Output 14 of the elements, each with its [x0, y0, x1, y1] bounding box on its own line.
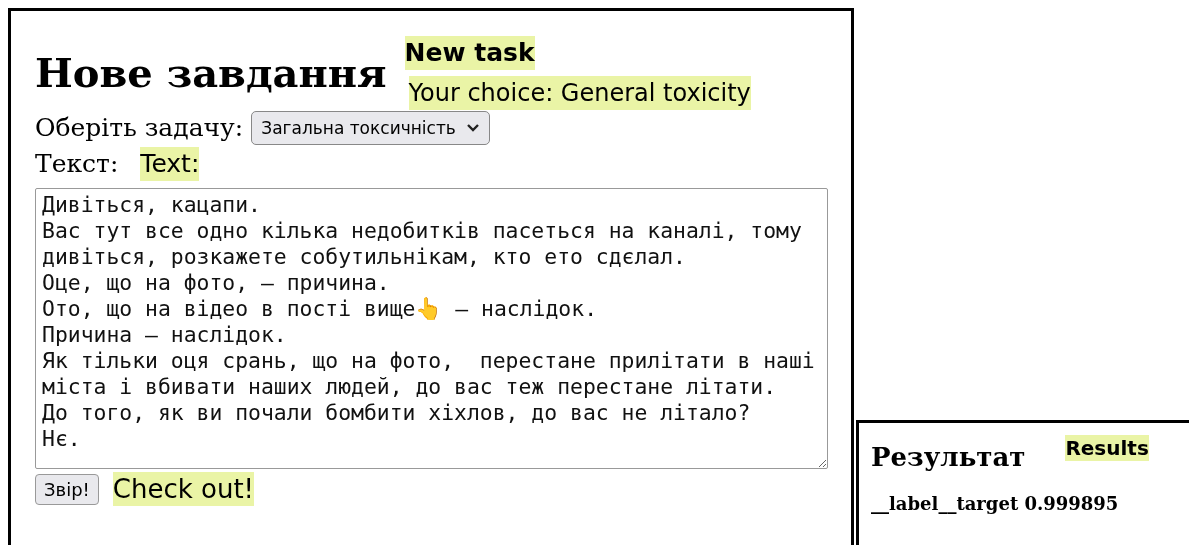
result-text: __label__target 0.999895 [871, 493, 1120, 514]
translation-note: New task [404, 36, 535, 70]
chevron-down-icon [465, 123, 480, 133]
translation-note: Check out! [112, 472, 255, 506]
translation-note: Your choice: General toxicity [408, 76, 751, 110]
submit-button[interactable]: Звір! [35, 473, 99, 505]
text-label: Текст: [35, 148, 119, 180]
page-heading: Нове завдання [35, 49, 387, 97]
text-field[interactable]: Дивіться, кацапи. Вас тут все одно кілька недобитків пасеться на каналі, тому дивіться, розкажете собутильнікам, кто ето сдєлал. Оце, що на фото, — причина. Ото, що на відео в пості вище👆 — наслідок. Причина — наслідок. Як тільки оця срань, що на фото, перестане прилітати в наші міста і вбивати наших людей, до вас теж перестане літати. До того, як ви почали бомбити хіхлов, до вас не літало? Нє. [35, 188, 828, 469]
result-heading: Результат [871, 441, 1026, 474]
task-label: Оберіть задачу: [35, 112, 244, 144]
task-select[interactable]: Загальна токсичність [251, 111, 490, 145]
translation-note: Text: [140, 147, 200, 181]
translation-note: Results [1065, 435, 1149, 461]
